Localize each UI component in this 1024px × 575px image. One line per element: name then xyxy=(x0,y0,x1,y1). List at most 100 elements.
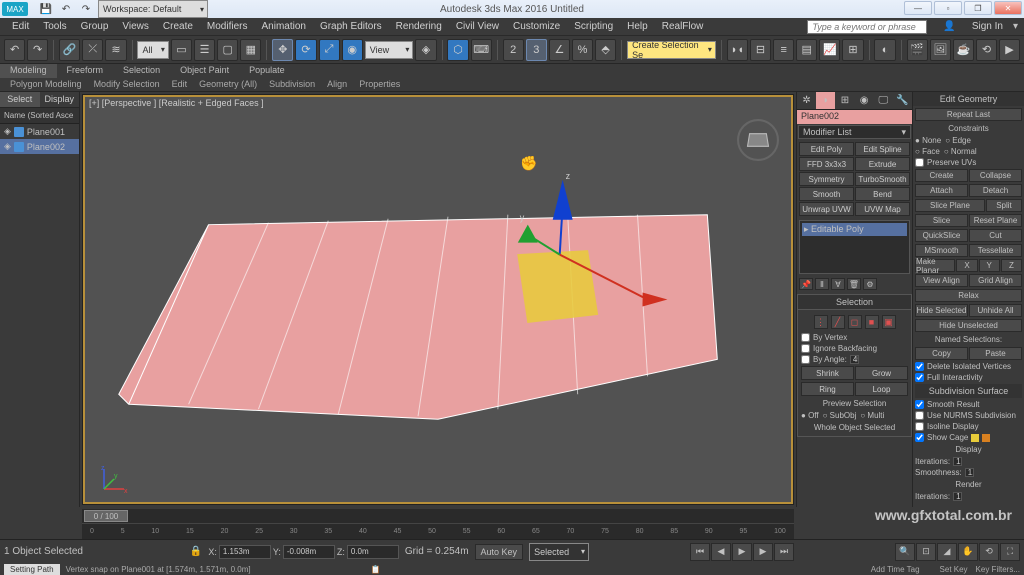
configure-sets-icon[interactable]: ⚙ xyxy=(863,278,877,290)
redo-icon[interactable]: ↷ xyxy=(78,2,94,16)
attach-button[interactable]: Attach xyxy=(915,184,968,197)
make-planar-button[interactable]: Make Planar xyxy=(915,259,955,272)
maximize-button[interactable]: ❐ xyxy=(964,1,992,15)
layer-explorer-icon[interactable]: ≡ xyxy=(773,39,794,61)
ignore-backfacing-checkbox[interactable] xyxy=(801,344,810,353)
slice-button[interactable]: Slice xyxy=(915,214,968,227)
maximize-viewport-icon[interactable]: ⛶ xyxy=(1000,543,1020,561)
restore-button[interactable]: ▫ xyxy=(934,1,962,15)
auto-key-button[interactable]: Auto Key xyxy=(475,544,524,560)
menu-views[interactable]: Views xyxy=(116,19,155,34)
ring-button[interactable]: Ring xyxy=(801,382,854,396)
view-cube[interactable] xyxy=(737,119,779,161)
help-search-input[interactable] xyxy=(807,20,927,34)
select-by-name-icon[interactable]: ☰ xyxy=(194,39,215,61)
mod-smooth[interactable]: Smooth xyxy=(799,187,854,201)
explorer-tab-select[interactable]: Select xyxy=(0,92,40,107)
repeat-last-button[interactable]: Repeat Last xyxy=(915,108,1022,121)
curve-editor-icon[interactable]: 📈 xyxy=(819,39,840,61)
snap-2d-icon[interactable]: 2 xyxy=(503,39,524,61)
tree-item-plane002[interactable]: ◈ Plane002 xyxy=(0,139,79,154)
fov-icon[interactable]: ◢ xyxy=(937,543,957,561)
isoline-checkbox[interactable] xyxy=(915,422,924,431)
goto-end-icon[interactable]: ⏭ xyxy=(774,543,794,561)
key-filters-button[interactable]: Key Filters... xyxy=(976,565,1020,574)
ref-coord-dropdown[interactable]: View xyxy=(365,41,414,59)
mod-bend[interactable]: Bend xyxy=(855,187,910,201)
split-button[interactable]: Split xyxy=(986,199,1022,212)
unhide-all-button[interactable]: Unhide All xyxy=(969,304,1022,317)
ribbon-panel-properties[interactable]: Properties xyxy=(353,78,406,92)
subobj-edge-icon[interactable]: ╱ xyxy=(831,315,845,329)
undo-icon[interactable]: ↶ xyxy=(58,2,74,16)
menu-help[interactable]: Help xyxy=(621,19,654,34)
view-align-button[interactable]: View Align xyxy=(915,274,968,287)
render-activeview-icon[interactable]: ▶ xyxy=(999,39,1020,61)
unlink-icon[interactable]: ⤫ xyxy=(82,39,103,61)
minimize-button[interactable]: — xyxy=(904,1,932,15)
ribbon-panel-polygon-modeling[interactable]: Polygon Modeling xyxy=(4,78,88,92)
select-move-icon[interactable]: ✥ xyxy=(272,39,293,61)
selection-filter-dropdown[interactable]: All xyxy=(137,41,168,59)
prev-frame-icon[interactable]: ◀ xyxy=(711,543,731,561)
mod-edit-spline[interactable]: Edit Spline xyxy=(855,142,910,156)
material-editor-icon[interactable]: ◐ xyxy=(874,39,895,61)
menu-customize[interactable]: Customize xyxy=(507,19,566,34)
ribbon-tab-freeform[interactable]: Freeform xyxy=(57,64,114,78)
redo-big-icon[interactable]: ↷ xyxy=(27,39,48,61)
mirror-icon[interactable]: ◗◖ xyxy=(727,39,748,61)
menu-civil-view[interactable]: Civil View xyxy=(450,19,505,34)
script-listener-icon[interactable]: 📋 xyxy=(371,565,381,574)
pin-stack-icon[interactable]: 📌 xyxy=(799,278,813,290)
cmd-tab-utilities-icon[interactable]: 🔧 xyxy=(893,92,912,109)
workspace-dropdown[interactable]: Workspace: Default xyxy=(98,0,208,18)
zoom-all-icon[interactable]: ⊡ xyxy=(916,543,936,561)
subobj-polygon-icon[interactable]: ■ xyxy=(865,315,879,329)
ribbon-panel-edit[interactable]: Edit xyxy=(166,78,194,92)
render-iterative-icon[interactable]: ⟲ xyxy=(976,39,997,61)
nurms-checkbox[interactable] xyxy=(915,411,924,420)
snap-3d-icon[interactable]: 3 xyxy=(526,39,547,61)
mod-ffd[interactable]: FFD 3x3x3 xyxy=(799,157,854,171)
ribbon-tab-selection[interactable]: Selection xyxy=(113,64,170,78)
play-icon[interactable]: ▶ xyxy=(732,543,752,561)
make-unique-icon[interactable]: ∀ xyxy=(831,278,845,290)
menu-tools[interactable]: Tools xyxy=(37,19,72,34)
goto-start-icon[interactable]: ⏮ xyxy=(690,543,710,561)
angle-snap-icon[interactable]: ∠ xyxy=(549,39,570,61)
copy-button[interactable]: Copy xyxy=(915,347,968,360)
ribbon-panel-subdivision[interactable]: Subdivision xyxy=(263,78,321,92)
ribbon-tab-populate[interactable]: Populate xyxy=(239,64,295,78)
slice-plane-button[interactable]: Slice Plane xyxy=(915,199,985,212)
render-iterations-spinner[interactable] xyxy=(953,492,962,501)
subobj-border-icon[interactable]: ◻ xyxy=(848,315,862,329)
mod-extrude[interactable]: Extrude xyxy=(855,157,910,171)
iterations-spinner[interactable] xyxy=(953,457,962,466)
edit-geometry-header[interactable]: Edit Geometry xyxy=(913,92,1024,106)
coord-x-input[interactable] xyxy=(219,545,271,559)
preserve-uvs-checkbox[interactable] xyxy=(915,158,924,167)
stack-editable-poly[interactable]: ▸ Editable Poly xyxy=(802,223,907,236)
show-end-result-icon[interactable]: Ⅱ xyxy=(815,278,829,290)
schematic-view-icon[interactable]: ⊞ xyxy=(842,39,863,61)
bind-spacewarp-icon[interactable]: ≋ xyxy=(105,39,126,61)
pan-icon[interactable]: ✋ xyxy=(958,543,978,561)
modifier-stack[interactable]: ▸ Editable Poly xyxy=(799,220,910,274)
delete-isolated-checkbox[interactable] xyxy=(915,362,924,371)
planar-y[interactable]: Y xyxy=(979,259,1000,272)
collapse-button[interactable]: Collapse xyxy=(969,169,1022,182)
select-rotate-icon[interactable]: ⟳ xyxy=(295,39,316,61)
key-mode-dropdown[interactable]: Selected xyxy=(529,543,589,561)
coord-y-input[interactable] xyxy=(283,545,335,559)
mod-uvw-map[interactable]: UVW Map xyxy=(855,202,910,216)
tree-item-plane001[interactable]: ◈ Plane001 xyxy=(0,124,79,139)
percent-snap-icon[interactable]: % xyxy=(572,39,593,61)
next-frame-icon[interactable]: ▶ xyxy=(753,543,773,561)
select-place-icon[interactable]: ◉ xyxy=(342,39,363,61)
time-slider-handle[interactable]: 0 / 100 xyxy=(84,510,128,522)
mod-edit-poly[interactable]: Edit Poly xyxy=(799,142,854,156)
explorer-column-header[interactable]: Name (Sorted Asce xyxy=(0,108,79,124)
lock-selection-icon[interactable]: 🔒 xyxy=(190,546,202,557)
detach-button[interactable]: Detach xyxy=(969,184,1022,197)
coord-z-input[interactable] xyxy=(347,545,399,559)
